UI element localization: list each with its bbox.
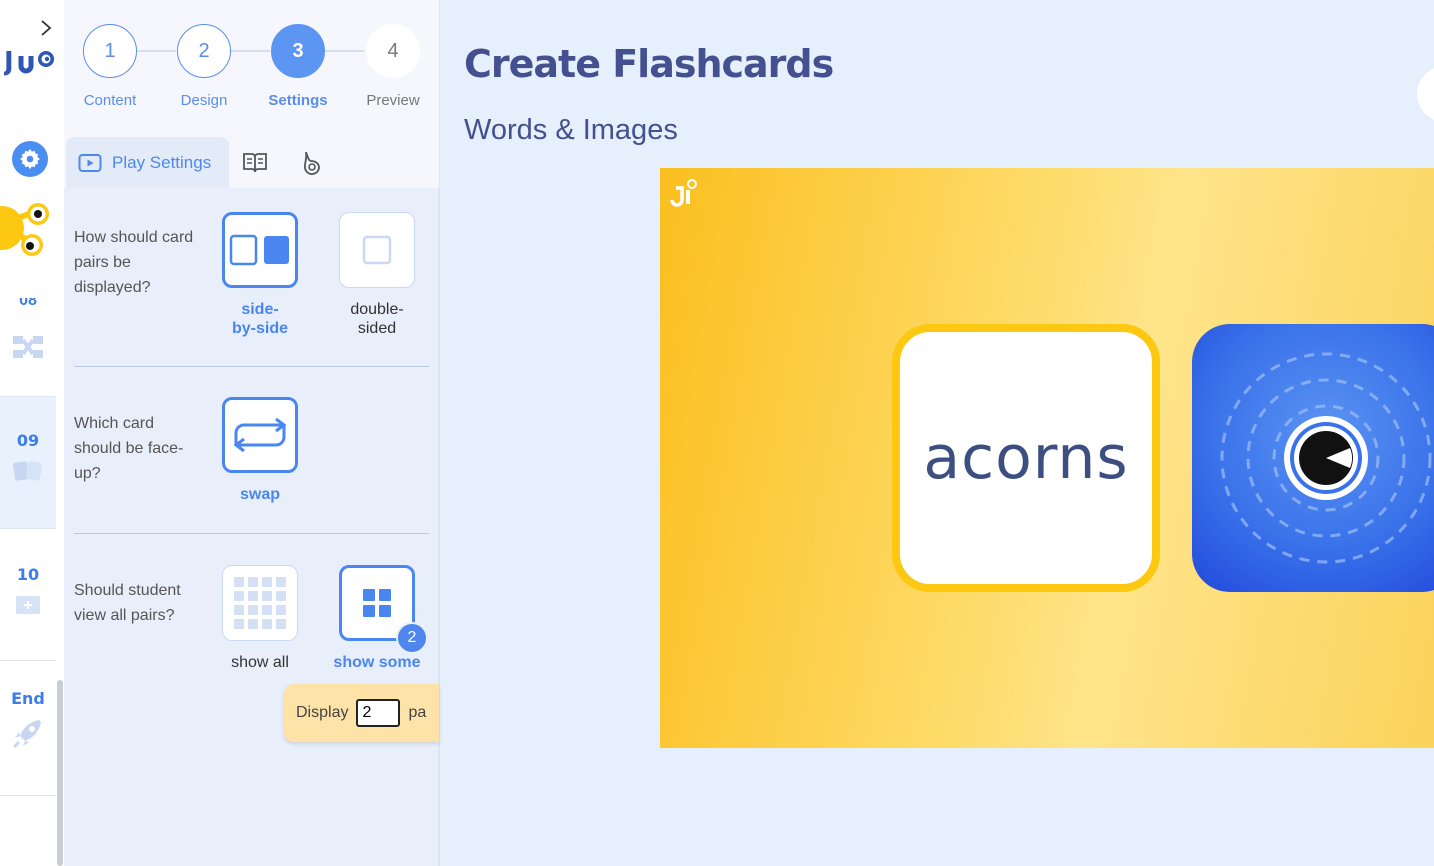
- puzzle-icon: [0, 334, 56, 365]
- rail-item-10[interactable]: 10: [0, 529, 56, 660]
- settings-gear-icon[interactable]: [12, 141, 48, 177]
- hand-pointer-icon[interactable]: [296, 148, 326, 178]
- step-label: Settings: [268, 92, 328, 109]
- rail-item-number: End: [11, 689, 45, 708]
- word-card[interactable]: acorns: [892, 324, 1160, 592]
- page-subtitle: Words & Images: [464, 114, 678, 146]
- option-label: side-by-side: [231, 301, 288, 337]
- step-label: Content: [83, 92, 137, 109]
- small-grid-icon: 2: [339, 565, 428, 654]
- rail-scrollbar[interactable]: [57, 680, 63, 866]
- option-label: show some: [333, 654, 421, 671]
- tab-play-settings[interactable]: Play Settings: [66, 137, 229, 188]
- option-swap[interactable]: swap: [212, 397, 308, 504]
- step-number: 4: [366, 24, 420, 78]
- option-double-sided[interactable]: double-sided: [329, 212, 425, 338]
- display-count-popover: Display pa: [284, 684, 439, 742]
- display-prefix: Display: [296, 704, 349, 721]
- expand-chevron-icon[interactable]: [36, 18, 56, 38]
- page-title: Create Flashcards: [464, 42, 834, 86]
- svg-text:J: J: [4, 47, 14, 76]
- option-label: swap: [239, 486, 280, 503]
- image-card[interactable]: [1192, 324, 1434, 592]
- swap-icon: [222, 397, 298, 473]
- display-count-input[interactable]: [356, 699, 401, 727]
- rail-item-end[interactable]: End: [0, 661, 56, 795]
- grid-icon: [222, 565, 298, 641]
- image-placeholder-icon: [1220, 352, 1432, 564]
- step-content[interactable]: 1 Content: [60, 24, 160, 109]
- step-number: 2: [177, 24, 231, 78]
- book-icon[interactable]: [240, 148, 270, 178]
- ji-watermark-icon: [670, 178, 700, 214]
- option-label: show all: [231, 654, 289, 671]
- count-badge: 2: [396, 622, 428, 654]
- step-design[interactable]: 2 Design: [154, 24, 254, 109]
- floating-button[interactable]: [1417, 66, 1434, 122]
- question-face-up: Which card should be face-up?: [74, 415, 184, 482]
- side-by-side-icon: [222, 212, 298, 288]
- rail-item-number: 09: [16, 431, 40, 450]
- left-rail: J 08 09 10 End: [0, 0, 64, 866]
- flashcard-preview: acorns: [660, 168, 1434, 748]
- display-suffix: pa: [408, 704, 427, 721]
- question-card-display: How should card pairs be displayed?: [74, 229, 194, 296]
- play-icon: [78, 153, 102, 172]
- rail-item-partial[interactable]: 08: [0, 298, 56, 394]
- rail-item-number: 10: [16, 565, 40, 584]
- step-number: 3: [271, 24, 325, 78]
- jig-logo: J: [2, 44, 56, 77]
- step-settings[interactable]: 3 Settings: [248, 24, 348, 109]
- card-word: acorns: [923, 423, 1129, 493]
- step-preview[interactable]: 4 Preview: [343, 24, 443, 109]
- double-sided-icon: [339, 212, 415, 288]
- rail-item-09[interactable]: 09: [0, 397, 56, 528]
- option-side-by-side[interactable]: side-by-side: [212, 212, 308, 338]
- step-label: Preview: [366, 92, 420, 109]
- question-view-all: Should student view all pairs?: [74, 582, 181, 624]
- option-show-all[interactable]: show all: [212, 565, 308, 672]
- cards-icon: [0, 458, 56, 489]
- step-number: 1: [83, 24, 137, 78]
- step-label: Design: [180, 92, 228, 109]
- divider: [74, 366, 429, 367]
- settings-tabs: Play Settings: [64, 120, 439, 188]
- add-slide-icon: [0, 594, 56, 621]
- divider: [74, 533, 429, 534]
- option-label: double-sided: [350, 301, 404, 337]
- tab-label: Play Settings: [112, 152, 212, 172]
- rocket-icon: [0, 716, 56, 755]
- option-show-some[interactable]: 2 show some: [329, 565, 428, 672]
- mascot-image: [0, 190, 56, 266]
- step-navigation: 1 Content 2 Design 3 Settings 4 Preview: [64, 0, 439, 120]
